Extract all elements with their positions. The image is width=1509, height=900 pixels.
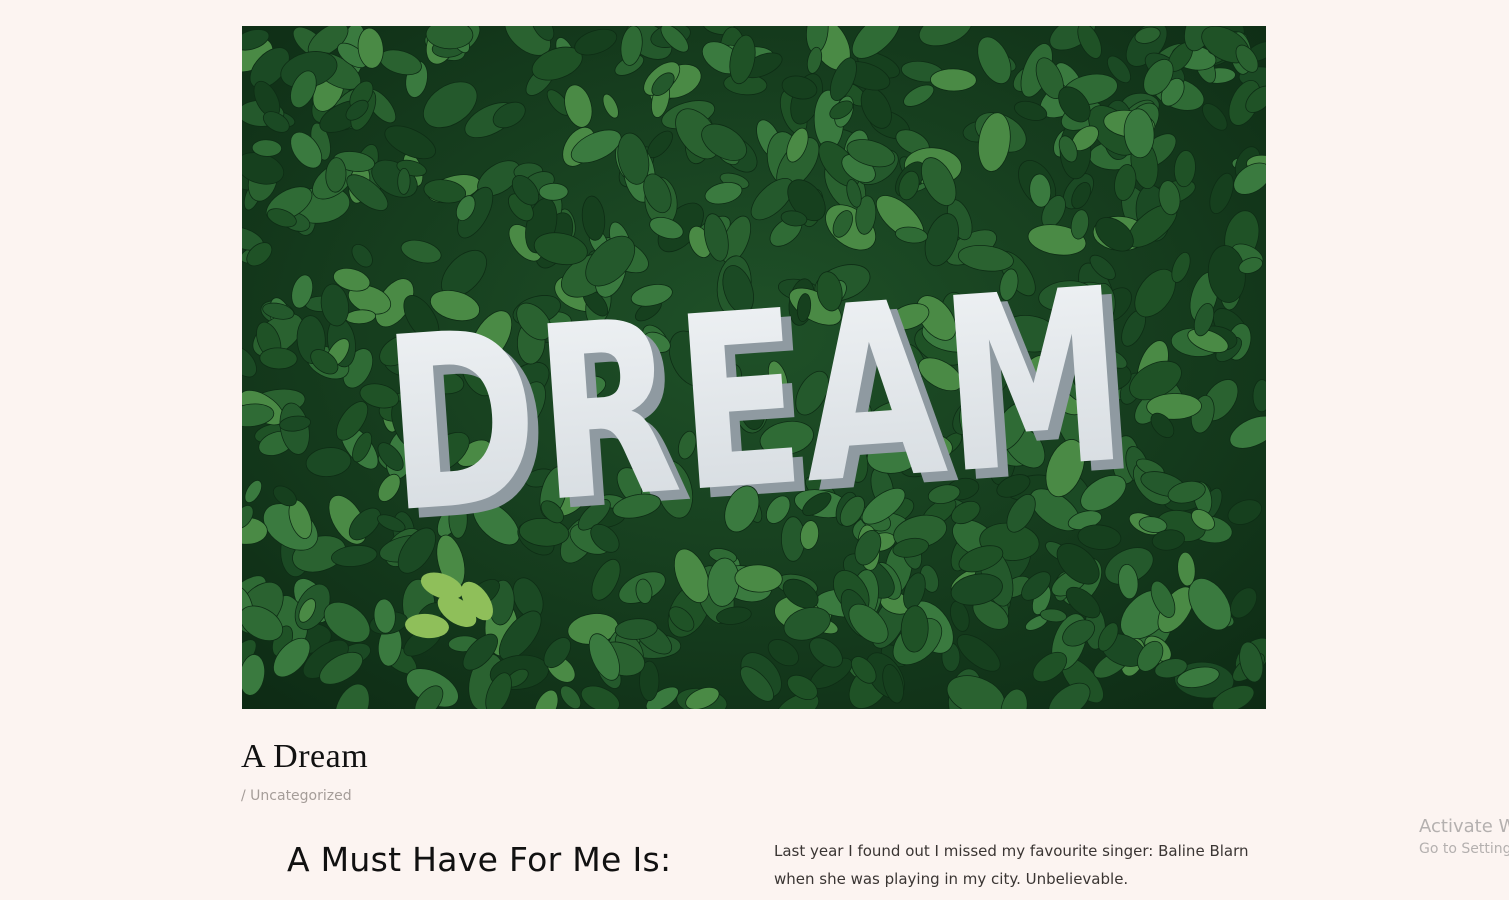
dream-foliage-photo: DREAM DREAM <box>242 26 1266 709</box>
post-meta: / Uncategorized <box>241 786 352 806</box>
dream-letters: DREAM DREAM <box>376 235 1144 575</box>
paragraph-line-2: when she was playing in my city. Unbelie… <box>774 870 1129 888</box>
content-subheading: A Must Have For Me Is: <box>287 840 672 879</box>
content-paragraph: Last year I found out I missed my favour… <box>774 837 1274 893</box>
leaf-shape <box>930 68 977 92</box>
post-title[interactable]: A Dream <box>241 735 368 779</box>
watermark-subtitle: Go to Settings <box>1419 841 1509 857</box>
paragraph-line-1: Last year I found out I missed my favour… <box>774 842 1249 860</box>
category-link[interactable]: Uncategorized <box>250 788 351 804</box>
watermark-title: Activate W <box>1419 816 1509 837</box>
meta-separator: / <box>241 788 246 804</box>
featured-image[interactable]: DREAM DREAM <box>242 26 1266 709</box>
windows-activation-watermark: Activate W Go to Settings <box>1419 815 1509 859</box>
leaf-shape <box>397 168 411 195</box>
leaf-shape <box>538 182 569 201</box>
